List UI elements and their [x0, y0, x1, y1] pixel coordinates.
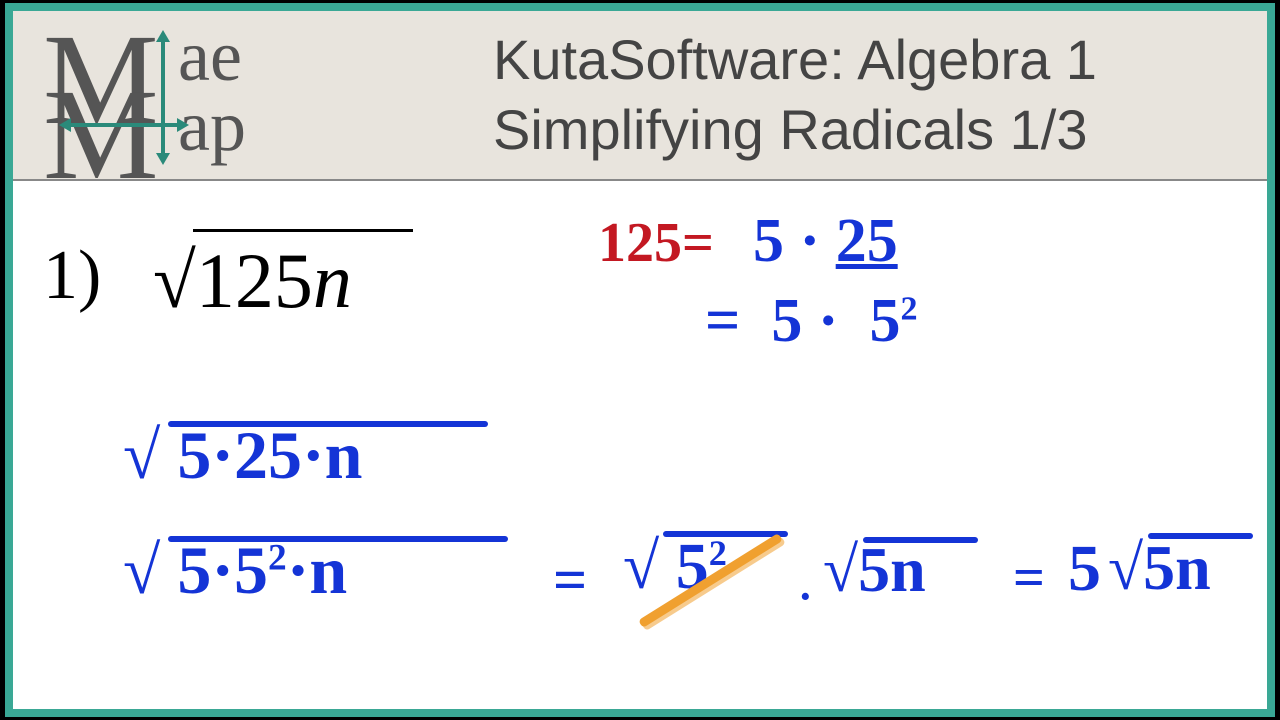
problem-expression: √125n [153, 236, 352, 326]
mid-rad1: √ 52 [623, 529, 727, 605]
problem-number: 1) [43, 236, 101, 316]
step2-a: 5·5 [177, 532, 268, 608]
final-radical: √5n [1108, 531, 1211, 605]
problem-variable: n [313, 237, 352, 324]
title-line-1: KutaSoftware: Algebra 1 [493, 25, 1247, 95]
step2-eq2: = [1013, 546, 1045, 610]
factor-125: 125 [598, 212, 682, 274]
step2-radical: √ 5·52·n [123, 531, 347, 610]
factor2-5a: 5 [771, 287, 802, 355]
step2-eq1: = [553, 546, 587, 615]
problem-radical-vinculum [193, 229, 413, 232]
mid-5n: 5n [858, 534, 926, 605]
final-5n: 5n [1143, 532, 1211, 603]
slide-header: M M ae ap KutaSoftware: Algebra 1 Simpli… [13, 11, 1267, 181]
final-radical-symbol: √ [1108, 531, 1143, 605]
title-line-2: Simplifying Radicals 1/3 [493, 95, 1247, 165]
step2-radical-symbol: √ [123, 531, 160, 610]
factor2-5b: 5 [870, 287, 901, 355]
step1-radical-symbol: √ [123, 416, 160, 495]
factor2-dot: · [818, 287, 839, 355]
mid-radical-symbol-2: √ [823, 533, 858, 607]
mid-radical-symbol-1: √ [623, 529, 659, 605]
logo-arrow-vertical [161, 40, 165, 155]
factor-line2: = 5 · 52 [705, 286, 918, 357]
final-coef: 5 [1068, 531, 1101, 607]
factor2-eq: = [705, 287, 740, 355]
maemap-logo: M M ae ap [13, 25, 433, 165]
radical-symbol: √ [153, 237, 196, 324]
step1-radical: √ 5·25·n [123, 416, 363, 495]
factor-25: 25 [836, 207, 898, 275]
mid-rad2: √5n [823, 533, 926, 607]
problem-radicand: 125 [196, 237, 313, 324]
mid-dot: · [798, 571, 813, 622]
factor-lhs: 125= [598, 211, 714, 275]
slide: M M ae ap KutaSoftware: Algebra 1 Simpli… [5, 3, 1275, 717]
step2-b: ·n [287, 532, 348, 608]
factor-rhs: 5 · 25 [753, 206, 898, 277]
factor-dot: · [800, 207, 821, 275]
slide-title: KutaSoftware: Algebra 1 Simplifying Radi… [433, 25, 1267, 165]
slide-content: 1) √125n 125= 5 · 25 = 5 · 52 √ 5·25·n [13, 181, 1267, 709]
step2-exp: 2 [268, 537, 287, 578]
factor-eq: = [682, 212, 714, 274]
factor2-exp: 2 [901, 290, 918, 327]
factor-5: 5 [753, 207, 784, 275]
step1-radicand: 5·25·n [177, 417, 362, 493]
